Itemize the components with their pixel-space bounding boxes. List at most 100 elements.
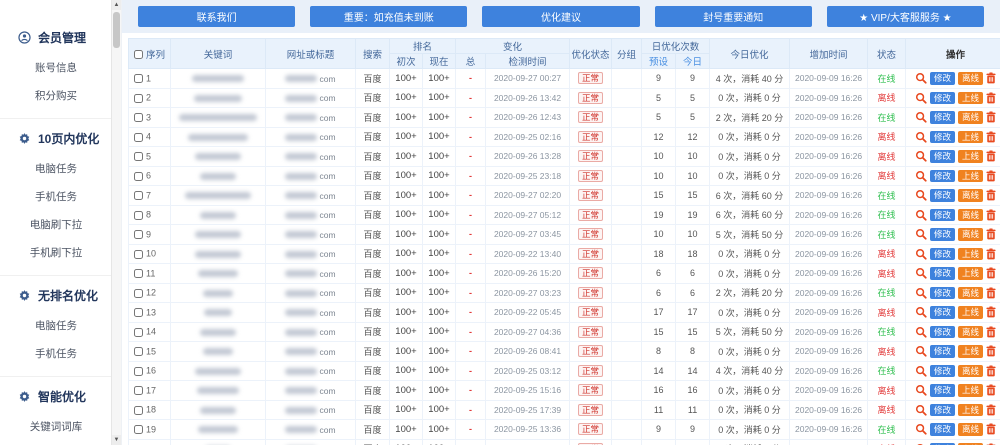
toggle-online-button[interactable]: 离线 bbox=[958, 189, 983, 202]
toggle-online-button[interactable]: 上线 bbox=[958, 267, 983, 280]
row-checkbox[interactable] bbox=[134, 406, 143, 415]
search-icon[interactable] bbox=[915, 248, 927, 260]
trash-icon[interactable] bbox=[986, 384, 996, 396]
sidebar-item[interactable]: 关键词词库 bbox=[0, 413, 112, 440]
modify-button[interactable]: 修改 bbox=[930, 189, 955, 202]
sidebar-section-title[interactable]: 会员管理 bbox=[0, 22, 112, 53]
modify-button[interactable]: 修改 bbox=[930, 365, 955, 378]
trash-icon[interactable] bbox=[986, 326, 996, 338]
modify-button[interactable]: 修改 bbox=[930, 209, 955, 222]
sidebar-item[interactable]: 电脑刷下拉 bbox=[0, 211, 112, 238]
trash-icon[interactable] bbox=[986, 111, 996, 123]
trash-icon[interactable] bbox=[986, 228, 996, 240]
row-checkbox[interactable] bbox=[134, 211, 143, 220]
row-checkbox[interactable] bbox=[134, 386, 143, 395]
modify-button[interactable]: 修改 bbox=[930, 404, 955, 417]
trash-icon[interactable] bbox=[986, 150, 996, 162]
sidebar-item[interactable]: 手机任务 bbox=[0, 183, 112, 210]
row-checkbox[interactable] bbox=[134, 328, 143, 337]
sidebar-scrollbar[interactable]: ▲ ▼ bbox=[111, 0, 121, 445]
search-icon[interactable] bbox=[915, 92, 927, 104]
search-icon[interactable] bbox=[915, 189, 927, 201]
trash-icon[interactable] bbox=[986, 92, 996, 104]
sidebar-item[interactable]: 手机任务 bbox=[0, 340, 112, 367]
toggle-online-button[interactable]: 上线 bbox=[958, 92, 983, 105]
row-checkbox[interactable] bbox=[134, 191, 143, 200]
sidebar-item[interactable]: 手机刷下拉 bbox=[0, 239, 112, 266]
toolbar-button-0[interactable]: 联系我们 bbox=[138, 6, 295, 27]
toggle-online-button[interactable]: 上线 bbox=[958, 170, 983, 183]
modify-button[interactable]: 修改 bbox=[930, 384, 955, 397]
search-icon[interactable] bbox=[915, 365, 927, 377]
modify-button[interactable]: 修改 bbox=[930, 150, 955, 163]
toolbar-button-3[interactable]: 封号重要通知 bbox=[655, 6, 812, 27]
row-checkbox[interactable] bbox=[134, 133, 143, 142]
trash-icon[interactable] bbox=[986, 209, 996, 221]
toggle-online-button[interactable]: 离线 bbox=[958, 287, 983, 300]
search-icon[interactable] bbox=[915, 150, 927, 162]
scrollbar-thumb[interactable] bbox=[113, 12, 120, 48]
toggle-online-button[interactable]: 上线 bbox=[958, 248, 983, 261]
sidebar-item[interactable]: 积分购买 bbox=[0, 82, 112, 109]
modify-button[interactable]: 修改 bbox=[930, 111, 955, 124]
toggle-online-button[interactable]: 上线 bbox=[958, 345, 983, 358]
modify-button[interactable]: 修改 bbox=[930, 326, 955, 339]
sidebar-section-title[interactable]: 智能优化 bbox=[0, 381, 112, 412]
search-icon[interactable] bbox=[915, 326, 927, 338]
row-checkbox[interactable] bbox=[134, 230, 143, 239]
row-checkbox[interactable] bbox=[134, 308, 143, 317]
toggle-online-button[interactable]: 上线 bbox=[958, 306, 983, 319]
trash-icon[interactable] bbox=[986, 423, 996, 435]
search-icon[interactable] bbox=[915, 287, 927, 299]
search-icon[interactable] bbox=[915, 72, 927, 84]
search-icon[interactable] bbox=[915, 209, 927, 221]
search-icon[interactable] bbox=[915, 404, 927, 416]
search-icon[interactable] bbox=[915, 423, 927, 435]
search-icon[interactable] bbox=[915, 170, 927, 182]
modify-button[interactable]: 修改 bbox=[930, 306, 955, 319]
trash-icon[interactable] bbox=[986, 131, 996, 143]
row-checkbox[interactable] bbox=[134, 269, 143, 278]
toggle-online-button[interactable]: 离线 bbox=[958, 326, 983, 339]
scrollbar-up-arrow-icon[interactable]: ▲ bbox=[112, 0, 121, 10]
trash-icon[interactable] bbox=[986, 267, 996, 279]
trash-icon[interactable] bbox=[986, 189, 996, 201]
search-icon[interactable] bbox=[915, 228, 927, 240]
toolbar-button-1[interactable]: 重要：如充值未到账 bbox=[310, 6, 467, 27]
toolbar-button-2[interactable]: 优化建议 bbox=[482, 6, 639, 27]
toggle-online-button[interactable]: 离线 bbox=[958, 423, 983, 436]
scrollbar-down-arrow-icon[interactable]: ▼ bbox=[112, 435, 121, 445]
toggle-online-button[interactable]: 离线 bbox=[958, 111, 983, 124]
toggle-online-button[interactable]: 上线 bbox=[958, 131, 983, 144]
search-icon[interactable] bbox=[915, 345, 927, 357]
row-checkbox[interactable] bbox=[134, 152, 143, 161]
select-all-checkbox[interactable] bbox=[134, 50, 143, 59]
sidebar-item[interactable]: 电脑任务 bbox=[0, 155, 112, 182]
modify-button[interactable]: 修改 bbox=[930, 72, 955, 85]
toggle-online-button[interactable]: 离线 bbox=[958, 209, 983, 222]
modify-button[interactable]: 修改 bbox=[930, 170, 955, 183]
row-checkbox[interactable] bbox=[134, 425, 143, 434]
trash-icon[interactable] bbox=[986, 365, 996, 377]
modify-button[interactable]: 修改 bbox=[930, 131, 955, 144]
toggle-online-button[interactable]: 上线 bbox=[958, 384, 983, 397]
modify-button[interactable]: 修改 bbox=[930, 248, 955, 261]
row-checkbox[interactable] bbox=[134, 172, 143, 181]
sidebar-section-title[interactable]: 10页内优化 bbox=[0, 123, 112, 154]
row-checkbox[interactable] bbox=[134, 347, 143, 356]
row-checkbox[interactable] bbox=[134, 289, 143, 298]
search-icon[interactable] bbox=[915, 111, 927, 123]
modify-button[interactable]: 修改 bbox=[930, 228, 955, 241]
row-checkbox[interactable] bbox=[134, 250, 143, 259]
toggle-online-button[interactable]: 离线 bbox=[958, 228, 983, 241]
toolbar-button-4[interactable]: ★ VIP/大客服服务 ★ bbox=[827, 6, 984, 27]
trash-icon[interactable] bbox=[986, 404, 996, 416]
sidebar-item[interactable]: 账号信息 bbox=[0, 54, 112, 81]
toggle-online-button[interactable]: 离线 bbox=[958, 365, 983, 378]
row-checkbox[interactable] bbox=[134, 74, 143, 83]
toggle-online-button[interactable]: 上线 bbox=[958, 150, 983, 163]
modify-button[interactable]: 修改 bbox=[930, 423, 955, 436]
sidebar-section-title[interactable]: 无排名优化 bbox=[0, 280, 112, 311]
toggle-online-button[interactable]: 上线 bbox=[958, 404, 983, 417]
trash-icon[interactable] bbox=[986, 248, 996, 260]
